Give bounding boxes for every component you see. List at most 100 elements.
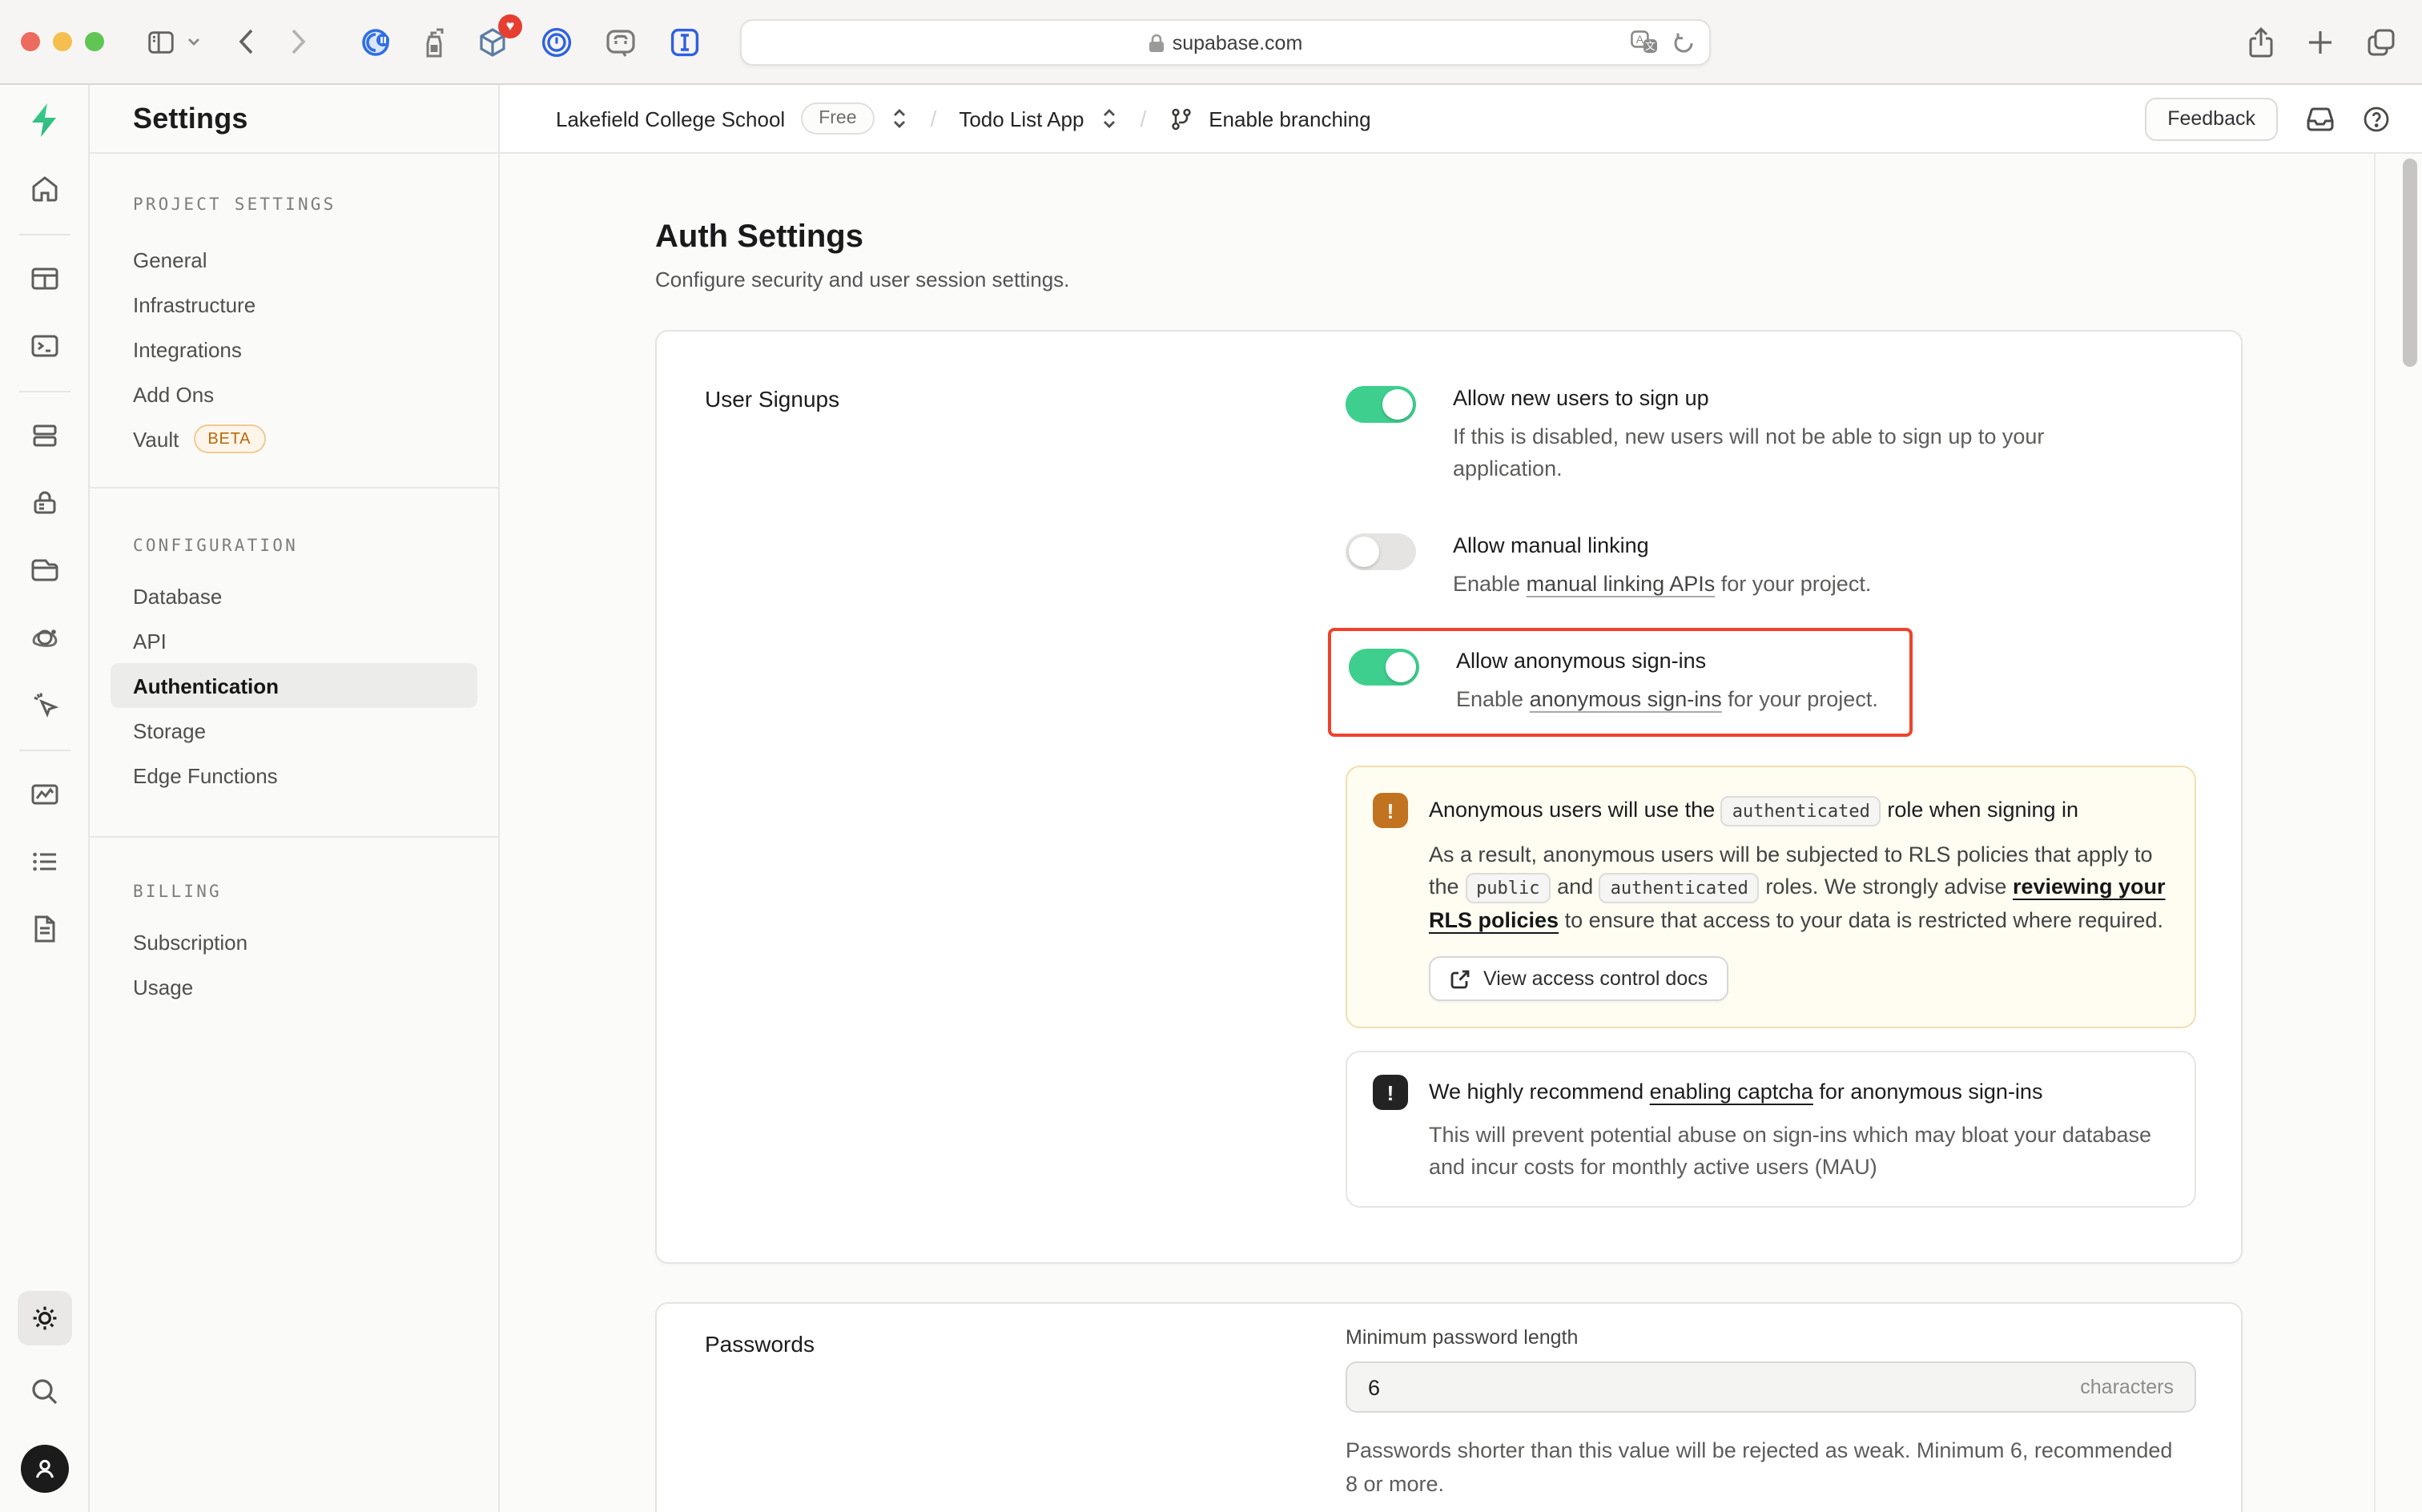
view-access-control-docs-button[interactable]: View access control docs <box>1429 956 1728 1001</box>
password-helper-text: Passwords shorter than this value will b… <box>1346 1434 2179 1501</box>
sidebar-item-edge-functions[interactable]: Edge Functions <box>111 753 477 798</box>
sql-editor-icon[interactable] <box>20 322 68 370</box>
auth-icon[interactable] <box>20 479 68 527</box>
user-signups-card: User Signups Allow new users to sign up … <box>655 330 2243 1264</box>
table-editor-icon[interactable] <box>20 255 68 303</box>
storage-icon[interactable] <box>20 546 68 594</box>
reports-icon[interactable] <box>20 770 68 818</box>
search-icon[interactable] <box>20 1368 68 1416</box>
org-name[interactable]: Lakefield College School <box>556 107 785 131</box>
sidebar-item-general[interactable]: General <box>111 237 477 282</box>
manual-linking-apis-link[interactable]: manual linking APIs <box>1527 572 1716 596</box>
sidebar-toggle-icon[interactable] <box>146 26 176 57</box>
translate-icon[interactable]: A文 <box>1631 30 1658 54</box>
edge-functions-icon[interactable] <box>20 613 68 662</box>
logs-icon[interactable] <box>20 838 68 886</box>
lock-icon <box>1149 33 1165 52</box>
beta-badge: BETA <box>193 424 265 453</box>
characters-unit: characters <box>2080 1376 2174 1398</box>
sidebar-item-add-ons[interactable]: Add Ons <box>111 372 477 416</box>
spray-bottle-extension-icon[interactable] <box>423 25 445 58</box>
alert-icon: ! <box>1373 1075 1408 1110</box>
browser-window: ♥ supabase.com A文 <box>0 0 2422 1512</box>
share-icon[interactable] <box>2247 26 2275 58</box>
database-icon[interactable] <box>20 412 68 460</box>
tab-overview-icon[interactable] <box>2366 27 2396 58</box>
allow-new-users-toggle[interactable] <box>1346 386 1416 423</box>
enabling-captcha-link[interactable]: enabling captcha <box>1650 1080 1813 1104</box>
zoom-window-button[interactable] <box>85 32 104 51</box>
scrollbar-track[interactable] <box>2374 154 2422 1512</box>
back-button[interactable] <box>237 27 255 56</box>
sidebar-item-vault[interactable]: Vault BETA <box>111 416 477 461</box>
home-icon[interactable] <box>20 165 68 213</box>
sidebar-item-database[interactable]: Database <box>111 573 477 618</box>
icon-rail <box>0 85 90 1512</box>
recommendation-body: This will prevent potential abuse on sig… <box>1429 1120 2169 1184</box>
page-title: Auth Settings <box>655 219 2422 256</box>
instapaper-extension-icon[interactable] <box>668 25 702 58</box>
enable-branching-button[interactable]: Enable branching <box>1209 107 1370 131</box>
sidebar-item-authentication[interactable]: Authentication <box>111 663 477 708</box>
api-docs-icon[interactable] <box>20 905 68 953</box>
reload-icon[interactable] <box>1672 31 1695 54</box>
sidebar-item-integrations[interactable]: Integrations <box>111 327 477 372</box>
nav-section-configuration: CONFIGURATION Database API Authenticatio… <box>90 537 498 838</box>
sidebar-divider <box>90 487 498 489</box>
minimize-window-button[interactable] <box>53 32 72 51</box>
rls-warning-note: ! Anonymous users will use the authentic… <box>1346 766 2196 1028</box>
project-header: Lakefield College School Free / Todo Lis… <box>500 85 2422 154</box>
org-select-chevrons-icon[interactable] <box>891 107 908 130</box>
handset-extension-icon[interactable] <box>604 25 638 58</box>
help-icon[interactable] <box>2363 105 2390 132</box>
close-window-button[interactable] <box>21 32 40 51</box>
page-subtitle: Configure security and user session sett… <box>655 267 2422 292</box>
project-select-chevrons-icon[interactable] <box>1100 107 1117 130</box>
sidebar-item-storage[interactable]: Storage <box>111 708 477 753</box>
scrollbar-thumb[interactable] <box>2403 159 2417 367</box>
toggle-label: Allow manual linking <box>1453 533 1871 557</box>
public-role-chip: public <box>1465 873 1551 903</box>
user-signups-label: User Signups <box>705 386 1346 1208</box>
sidebar-item-infrastructure[interactable]: Infrastructure <box>111 282 477 327</box>
inbox-icon[interactable] <box>2305 105 2336 132</box>
feedback-button[interactable]: Feedback <box>2145 97 2278 140</box>
new-tab-icon[interactable] <box>2307 29 2334 56</box>
settings-icon[interactable] <box>17 1291 71 1345</box>
manual-linking-toggle[interactable] <box>1346 533 1416 570</box>
forward-button[interactable] <box>290 27 308 56</box>
address-bar[interactable]: supabase.com A文 <box>740 19 1711 66</box>
highlight-annotation: Allow anonymous sign-ins Enable anonymou… <box>1328 628 1913 737</box>
window-controls <box>21 32 104 51</box>
min-password-length-input[interactable] <box>1368 1375 2080 1399</box>
anonymous-signins-link[interactable]: anonymous sign-ins <box>1530 687 1722 711</box>
project-name[interactable]: Todo List App <box>959 107 1084 131</box>
main-panel: Lakefield College School Free / Todo Lis… <box>500 85 2422 1512</box>
sidebar-item-usage[interactable]: Usage <box>111 964 477 1009</box>
sidebar-item-subscription[interactable]: Subscription <box>111 919 477 964</box>
heart-badge-icon: ♥ <box>498 14 522 38</box>
warning-body: As a result, anonymous users will be sub… <box>1429 839 2169 937</box>
anonymous-signins-toggle[interactable] <box>1349 649 1419 686</box>
passwords-card: Passwords Minimum password length charac… <box>655 1302 2243 1512</box>
rail-divider <box>18 749 70 750</box>
url-text: supabase.com <box>1173 31 1303 54</box>
setting-allow-new-users: Allow new users to sign up If this is di… <box>1346 386 2196 485</box>
sidebar-item-api[interactable]: API <box>111 618 477 663</box>
toggle-description: Enable manual linking APIs for your proj… <box>1453 569 1871 601</box>
timer-extension-icon[interactable] <box>359 25 392 58</box>
captcha-recommendation-note: ! We highly recommend enabling captcha f… <box>1346 1051 2196 1208</box>
external-link-icon <box>1450 968 1470 989</box>
onepassword-extension-icon[interactable] <box>540 25 573 58</box>
recommendation-title: We highly recommend enabling captcha for… <box>1429 1075 2169 1110</box>
breadcrumb: Lakefield College School Free / Todo Lis… <box>556 103 1371 135</box>
user-signups-settings: Allow new users to sign up If this is di… <box>1346 386 2196 1208</box>
setting-anonymous-signins: Allow anonymous sign-ins Enable anonymou… <box>1349 649 1892 716</box>
rail-divider <box>18 233 70 235</box>
package-extension-icon[interactable]: ♥ <box>476 25 509 58</box>
user-avatar[interactable] <box>20 1445 68 1493</box>
realtime-icon[interactable] <box>20 681 68 729</box>
chevron-down-icon[interactable] <box>186 34 202 50</box>
breadcrumb-separator: / <box>1140 106 1146 131</box>
supabase-logo[interactable] <box>25 101 63 139</box>
